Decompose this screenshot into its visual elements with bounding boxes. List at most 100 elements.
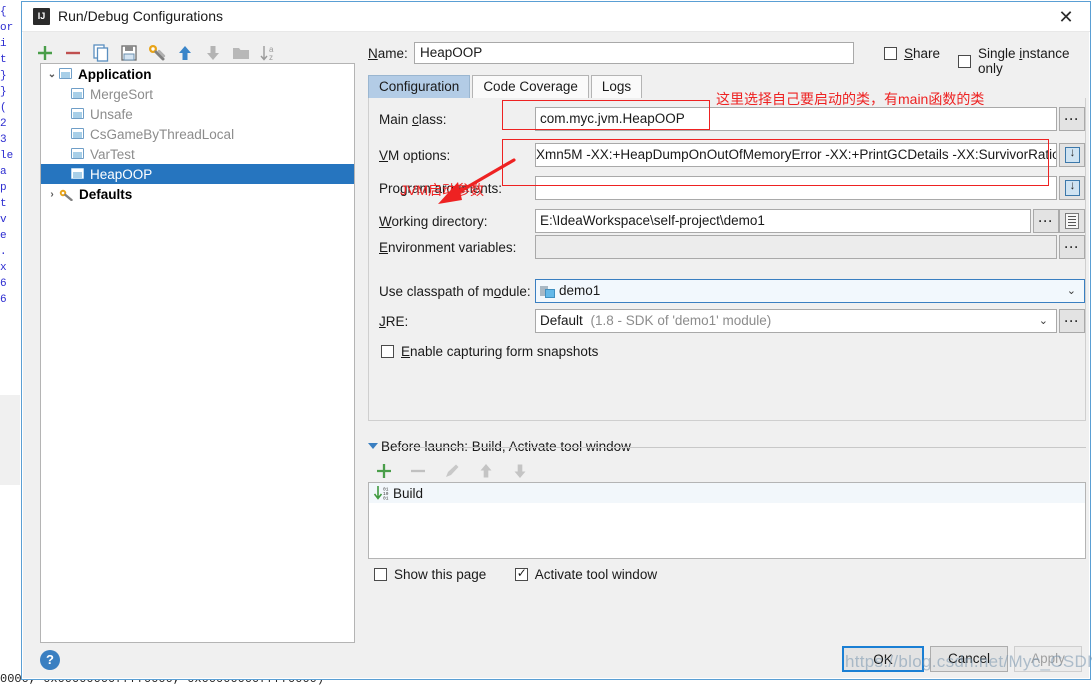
background-code-line: or	[0, 22, 14, 34]
save-icon[interactable]	[118, 42, 140, 64]
background-code-line: 6	[0, 278, 7, 290]
background-code-line: x	[0, 262, 7, 274]
edit-templates-wrench-icon[interactable]	[146, 42, 168, 64]
show-this-page-label: Show this page	[394, 567, 487, 582]
tab-logs[interactable]: Logs	[590, 75, 643, 98]
remove-task-icon	[408, 461, 430, 483]
configuration-panel: Main class: com.myc.jvm.HeapOOP ··· VM o…	[368, 98, 1086, 421]
background-code-line: i	[0, 38, 7, 50]
application-config-icon	[59, 68, 73, 80]
ellipsis-icon: ···	[1038, 214, 1054, 228]
name-input[interactable]: HeapOOP	[414, 42, 854, 64]
background-code-line: 3	[0, 134, 7, 146]
configurations-tree[interactable]: ⌄ Application MergeSort Unsafe CsGameByThrea…	[40, 63, 355, 643]
ellipsis-icon: ···	[1064, 112, 1080, 126]
activate-tool-window-checkbox[interactable]: Activate tool window	[514, 566, 658, 582]
before-launch-item[interactable]: 01 10 01 Build	[369, 483, 1085, 503]
activate-tool-window-label: Activate tool window	[534, 567, 658, 582]
background-code-line: (	[0, 102, 7, 114]
background-code-line: p	[0, 182, 7, 194]
use-classpath-of-module-label: Use classpath of module:	[379, 284, 531, 299]
folder-icon[interactable]	[230, 42, 252, 64]
tree-group-application[interactable]: ⌄ Application	[41, 64, 354, 84]
jre-value: Default	[540, 313, 583, 328]
background-code-line: le	[0, 150, 14, 162]
wrench-icon	[59, 188, 74, 201]
chevron-down-icon: ⌄	[1066, 285, 1076, 297]
add-task-icon[interactable]	[374, 461, 396, 483]
task-down-icon	[510, 461, 532, 483]
tree-item-MergeSort[interactable]: MergeSort	[41, 84, 354, 104]
tab-code-coverage[interactable]: Code Coverage	[472, 75, 589, 98]
dialog-titlebar: IJ Run/Debug Configurations ✕	[22, 2, 1090, 32]
enable-capturing-checkbox[interactable]: Enable capturing form snapshots	[381, 344, 598, 359]
vm-options-value: Xmn5M -XX:+HeapDumpOnOutOfMemoryError -X…	[536, 147, 1057, 162]
show-this-page-checkbox[interactable]: Show this page	[374, 567, 486, 582]
tree-item-label: MergeSort	[90, 86, 154, 102]
dialog-title: Run/Debug Configurations	[58, 8, 223, 24]
remove-icon[interactable]	[62, 42, 84, 64]
background-code-line: }	[0, 70, 7, 82]
main-class-annotation-text: 这里选择自己要启动的类，有main函数的类	[716, 91, 985, 107]
tree-item-label: Unsafe	[90, 106, 133, 122]
insert-macros-button[interactable]	[1059, 209, 1085, 233]
before-launch-task-list[interactable]: 01 10 01 Build	[368, 482, 1086, 559]
tree-item-CsGameByThreadLocal[interactable]: CsGameByThreadLocal	[41, 124, 354, 144]
environment-variables-input[interactable]	[535, 235, 1057, 259]
sort-alphabetically-icon[interactable]: a z	[258, 42, 280, 64]
working-directory-input[interactable]: E:\IdeaWorkspace\self-project\demo1	[535, 209, 1031, 233]
close-icon[interactable]: ✕	[1052, 5, 1080, 29]
working-directory-browse-button[interactable]: ···	[1033, 209, 1059, 233]
background-code-line: 2	[0, 118, 7, 130]
help-button[interactable]: ?	[40, 650, 60, 670]
run-config-icon	[71, 128, 85, 140]
vm-options-expand-button[interactable]	[1059, 143, 1085, 167]
share-checkbox[interactable]: Share	[884, 46, 940, 61]
program-arguments-expand-button[interactable]	[1059, 176, 1085, 200]
background-code-line: {	[0, 6, 7, 18]
collapse-triangle-icon[interactable]	[368, 443, 378, 449]
move-down-icon[interactable]	[202, 42, 224, 64]
tree-item-label: CsGameByThreadLocal	[90, 126, 235, 142]
single-instance-checkbox-box	[958, 54, 971, 68]
main-class-browse-button[interactable]: ···	[1059, 107, 1085, 131]
background-code-line: t	[0, 54, 7, 66]
tree-group-defaults[interactable]: › Defaults	[41, 184, 354, 204]
move-up-icon[interactable]	[174, 42, 196, 64]
module-combobox[interactable]: demo1 ⌄	[535, 279, 1085, 303]
jre-browse-button[interactable]: ···	[1059, 309, 1085, 333]
svg-text:01: 01	[383, 496, 389, 502]
background-code-line: a	[0, 166, 7, 178]
edit-task-icon	[442, 461, 464, 483]
background-editor-code: {or i t}}(2 3 le a p t v e. x 6 6	[0, 0, 22, 686]
macros-list-icon	[1065, 213, 1079, 229]
main-class-label: Main class:	[379, 112, 447, 127]
chevron-down-icon[interactable]: ⌄	[45, 69, 59, 80]
single-instance-only-checkbox[interactable]: Single instance only	[958, 46, 1090, 76]
program-arguments-input[interactable]	[535, 176, 1057, 200]
vm-options-input[interactable]: Xmn5M -XX:+HeapDumpOnOutOfMemoryError -X…	[535, 143, 1057, 167]
jre-combobox[interactable]: Default (1.8 - SDK of 'demo1' module) ⌄	[535, 309, 1057, 333]
before-launch-toolbar	[368, 460, 1086, 484]
chevron-right-icon[interactable]: ›	[45, 189, 59, 200]
run-config-icon	[71, 148, 85, 160]
tree-item-HeapOOP[interactable]: HeapOOP	[41, 164, 354, 184]
tab-configuration[interactable]: Configuration	[368, 75, 471, 98]
environment-variables-browse-button[interactable]: ···	[1059, 235, 1085, 259]
chevron-down-icon: ⌄	[1038, 315, 1048, 327]
add-icon[interactable]	[34, 42, 56, 64]
bottom-options: Show this page Activate tool window	[374, 566, 658, 586]
intellij-idea-icon: IJ	[33, 8, 50, 25]
tree-item-Unsafe[interactable]: Unsafe	[41, 104, 354, 124]
before-launch-item-label: Build	[393, 485, 424, 501]
build-icon: 01 10 01	[373, 485, 393, 502]
background-code-line: e	[0, 230, 7, 242]
before-launch-divider	[394, 447, 1086, 448]
show-this-page-checkbox-box	[374, 568, 387, 581]
copy-icon[interactable]	[90, 42, 112, 64]
environment-variables-label: Environment variables:	[379, 240, 517, 255]
tree-group-label: Defaults	[79, 186, 133, 202]
background-panel-block	[0, 395, 20, 485]
main-class-input[interactable]: com.myc.jvm.HeapOOP	[535, 107, 1057, 131]
tree-item-VarTest[interactable]: VarTest	[41, 144, 354, 164]
